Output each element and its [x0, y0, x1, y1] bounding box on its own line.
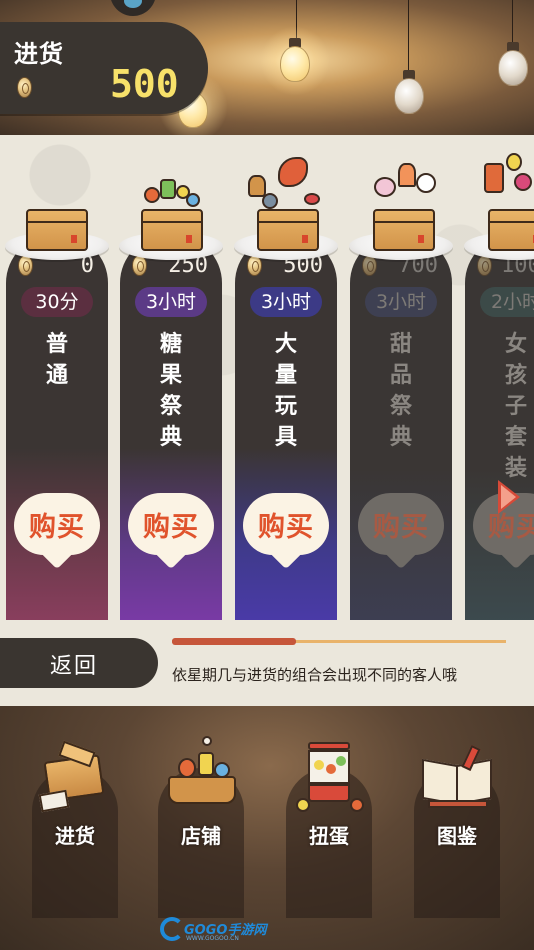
bottom-nav: 进货 店铺 扭蛋 图鉴 — [0, 706, 534, 950]
bulb-wire — [408, 0, 409, 74]
option-name: 糖果祭典 — [159, 332, 182, 450]
nav-shop-button[interactable]: 店铺 — [158, 736, 244, 918]
mascot-icon[interactable] — [110, 0, 156, 16]
duration-badge: 3小时 — [135, 287, 207, 317]
buy-button-label: 购买 — [258, 512, 314, 543]
crate-icon — [488, 209, 534, 251]
buy-button[interactable]: 购买 — [358, 493, 444, 573]
duration-badge: 3小时 — [365, 287, 437, 317]
option-name: 甜品祭典 — [389, 332, 412, 450]
crate-icon — [26, 209, 88, 251]
watermark-url: WWW.GOGOO.CN — [186, 935, 239, 942]
stock-title: 进货 — [14, 40, 64, 68]
nav-stock-button[interactable]: 进货 — [32, 740, 118, 918]
option-name: 女孩子套装 — [504, 332, 527, 481]
hint-text: 依星期几与进货的组合会出现不同的客人哦 — [172, 666, 458, 684]
open-book-icon — [420, 742, 494, 812]
stock-option-card-locked[interactable]: 100 2小时 女孩子套装 购买 — [465, 235, 534, 620]
scroll-right-arrow-icon[interactable] — [498, 480, 520, 514]
buy-button-label: 购买 — [373, 512, 429, 543]
buy-button[interactable]: 购买 — [14, 493, 100, 573]
duration-badge: 3小时 — [250, 287, 322, 317]
crate-icon — [141, 209, 203, 251]
coin-icon — [17, 77, 32, 98]
nav-stock-label: 进货 — [55, 824, 95, 848]
stock-option-card[interactable]: 500 3小时 大量玩具 购买 — [235, 235, 337, 620]
crate-icon — [38, 740, 112, 813]
nav-gacha-label: 扭蛋 — [309, 824, 349, 848]
gacha-machine-icon — [292, 742, 366, 812]
stock-option-card-locked[interactable]: 700 3小时 甜品祭典 购买 — [350, 235, 452, 620]
buy-button[interactable]: 购买 — [128, 493, 214, 573]
girl-set-pile-icon — [480, 153, 534, 213]
duration-badge: 30分 — [21, 287, 93, 317]
nav-encyclopedia-label: 图鉴 — [437, 824, 477, 848]
toy-pile-icon — [248, 157, 324, 213]
shelf-scroll-thumb[interactable] — [172, 638, 296, 645]
stock-options-shelf: 0 30分 普通 购买 250 3小时 糖果祭典 购买 500 3小时 大量玩具… — [0, 135, 534, 620]
stock-option-card[interactable]: 0 30分 普通 购买 — [6, 235, 108, 620]
stock-option-card[interactable]: 250 3小时 糖果祭典 购买 — [120, 235, 222, 620]
nav-encyclopedia-button[interactable]: 图鉴 — [414, 742, 500, 918]
info-bar: 返回 依星期几与进货的组合会出现不同的客人哦 — [0, 620, 534, 706]
coin-balance: 500 — [110, 62, 179, 106]
crate-icon — [373, 209, 435, 251]
bulb-wire — [512, 0, 513, 44]
back-button-label: 返回 — [50, 654, 99, 679]
stock-panel: 进货 500 — [0, 22, 208, 114]
buy-button[interactable]: 购买 — [243, 493, 329, 573]
option-name: 普通 — [45, 332, 68, 388]
crate-icon — [257, 209, 319, 251]
option-name: 大量玩具 — [274, 332, 297, 450]
dessert-pile-icon — [368, 159, 438, 213]
nav-gacha-button[interactable]: 扭蛋 — [286, 742, 372, 918]
top-scene: 进货 500 — [0, 0, 534, 135]
watermark-logo: GOGO手游网 WWW.GOGOO.CN — [160, 915, 270, 945]
buy-button-label: 购买 — [29, 512, 85, 543]
duration-badge: 2小时 — [480, 287, 534, 317]
candy-pile-icon — [140, 171, 202, 211]
shop-basket-icon — [164, 736, 238, 812]
back-button[interactable]: 返回 — [0, 638, 158, 688]
gogo-logo-icon — [160, 917, 184, 941]
buy-button-label: 购买 — [143, 512, 199, 543]
nav-shop-label: 店铺 — [181, 824, 221, 848]
